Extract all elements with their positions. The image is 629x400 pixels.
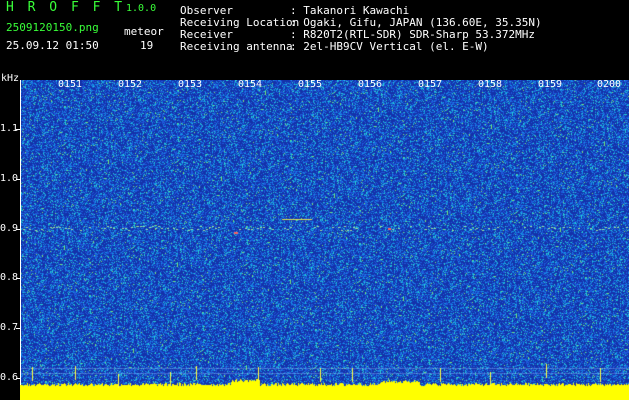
y-tick-mark [16, 129, 20, 130]
meteor-count: 19 [140, 39, 154, 52]
x-tick-label: 0157 [418, 79, 443, 90]
y-tick-mark [16, 378, 20, 379]
y-axis-line [20, 80, 21, 385]
y-axis-unit: kHz [1, 73, 20, 84]
meteor-label: meteor [124, 25, 164, 38]
x-tick-label: 0153 [178, 79, 203, 90]
x-tick-label: 0155 [298, 79, 323, 90]
app-version: 1.0.0 [126, 3, 157, 14]
info-key-antenna: Receiving antenna [180, 40, 293, 53]
y-tick-mark [16, 179, 20, 180]
x-tick-label: 0200 [597, 79, 622, 90]
datetime: 25.09.12 01:50 [6, 39, 99, 52]
y-tick-mark [16, 278, 20, 279]
spectrogram [20, 80, 629, 400]
x-tick-label: 0152 [118, 79, 143, 90]
spectrogram-canvas [20, 80, 629, 400]
x-tick-label: 0159 [538, 79, 563, 90]
x-tick-label: 0156 [358, 79, 383, 90]
y-tick-mark [16, 328, 20, 329]
filename: 2509120150.png [6, 21, 99, 34]
info-value-antenna: : 2el-HB9CV Vertical (el. E-W) [290, 40, 489, 53]
x-tick-label: 0158 [478, 79, 503, 90]
y-tick-mark [16, 229, 20, 230]
app-name: H R O F F T [6, 0, 126, 15]
x-tick-label: 0151 [58, 79, 83, 90]
x-tick-label: 0154 [238, 79, 263, 90]
